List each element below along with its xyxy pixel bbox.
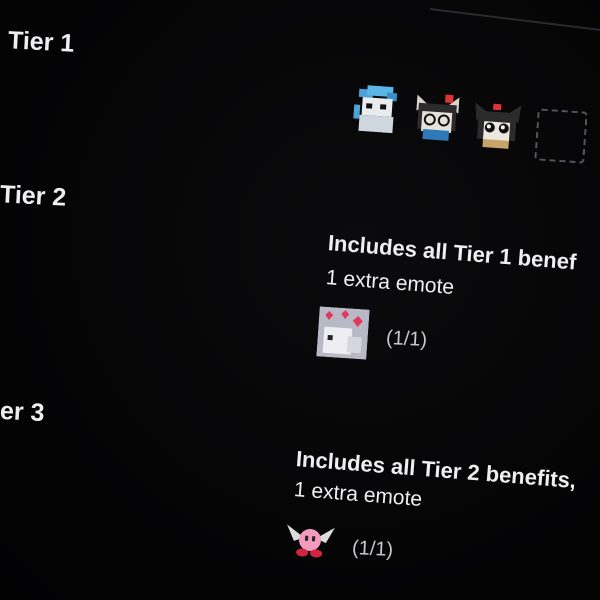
tier-2-emote-count: (1/1): [385, 326, 428, 352]
tier-3-benefits-subtitle: 1 extra emote: [293, 478, 423, 512]
tier-2-label: Tier 2: [0, 180, 67, 212]
blue-hair-emote-icon[interactable]: [350, 82, 403, 135]
tier-3-label: er 3: [0, 396, 46, 428]
top-divider: [429, 8, 600, 47]
tier-2-benefits-subtitle: 1 extra emote: [325, 266, 455, 300]
tier-1-label: Tier 1: [7, 26, 75, 58]
dizzy-cat-emote-icon[interactable]: [410, 90, 463, 143]
winged-pink-emote-icon[interactable]: [285, 518, 336, 561]
tier-3-emote-count: (1/1): [351, 536, 394, 562]
heart-ghost-emote-icon[interactable]: [316, 306, 370, 360]
cat-face-emote-icon[interactable]: [470, 98, 523, 151]
subscription-tiers-panel: Tier 1 Tier 2 Includes all Tier 1 benef …: [0, 0, 600, 600]
empty-emote-slot: [534, 108, 588, 164]
